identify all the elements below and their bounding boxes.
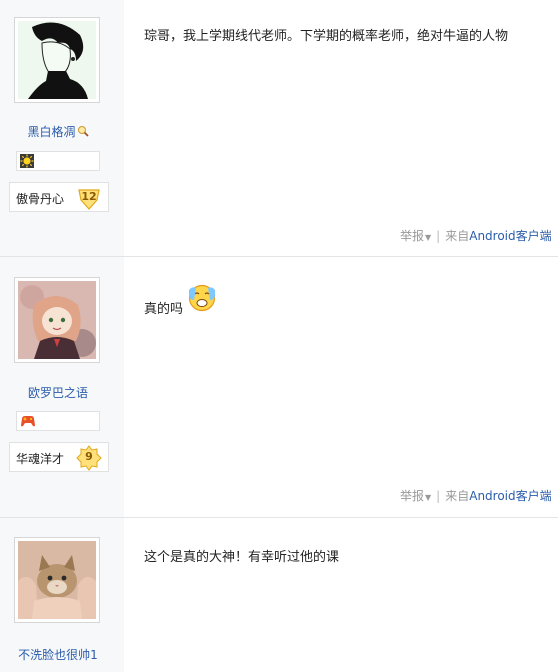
post-footer: 举报▼ | 来自Android客户端 [400,487,552,504]
avatar[interactable] [14,277,100,363]
gamepad-medal-icon[interactable] [20,414,36,428]
avatar[interactable] [14,537,100,623]
crying-emoji-icon [188,284,216,312]
username-text[interactable]: 黑白格凋 [27,125,75,139]
footer-separator: | [436,489,441,503]
chevron-down-icon[interactable]: ▼ [425,493,431,502]
report-label[interactable]: 举报 [400,229,424,243]
footer-separator: | [436,229,441,243]
client-link[interactable]: Android客户端 [469,489,551,503]
post-footer: 举报▼ | 来自Android客户端 [400,227,552,244]
rank-title: 傲骨丹心 [16,192,65,206]
rank-title: 华魂洋才 [16,452,65,466]
sun-medal-icon[interactable] [20,154,34,168]
client-link[interactable]: Android客户端 [469,229,551,243]
post-content-text: 真的吗 [144,302,184,317]
rank-box: 华魂洋才 9 [9,442,109,472]
avatar-image [18,541,96,619]
report-link[interactable]: 举报▼ [400,489,431,503]
post-content: 琮哥，我上学期线代老师。下学期的概率老师，绝对牛逼的人物 [144,29,509,44]
report-label[interactable]: 举报 [400,489,424,503]
medal-box [16,411,100,431]
post-divider [0,517,558,518]
post-content: 真的吗 [144,298,183,317]
chevron-down-icon[interactable]: ▼ [425,233,431,242]
source-prefix: 来自 [445,229,470,243]
rank-level: 12 [81,190,97,203]
medal-box [16,151,100,171]
source-prefix: 来自 [445,489,470,503]
rank-box: 傲骨丹心 12 [9,182,109,212]
username[interactable]: 不洗脸也很帅1 [0,646,116,663]
magnifier-icon [77,126,89,137]
username[interactable]: 黑白格凋 [0,123,116,140]
avatar[interactable] [14,17,100,103]
post-divider [0,256,558,257]
username[interactable]: 欧罗巴之语 [0,384,116,401]
post-content: 这个是真的大神！有幸听过他的课 [144,550,340,565]
username-text[interactable]: 不洗脸也很帅1 [18,648,98,662]
avatar-image [18,21,96,99]
report-link[interactable]: 举报▼ [400,229,431,243]
rank-level: 9 [85,450,93,463]
avatar-image [18,281,96,359]
username-text[interactable]: 欧罗巴之语 [28,386,88,400]
